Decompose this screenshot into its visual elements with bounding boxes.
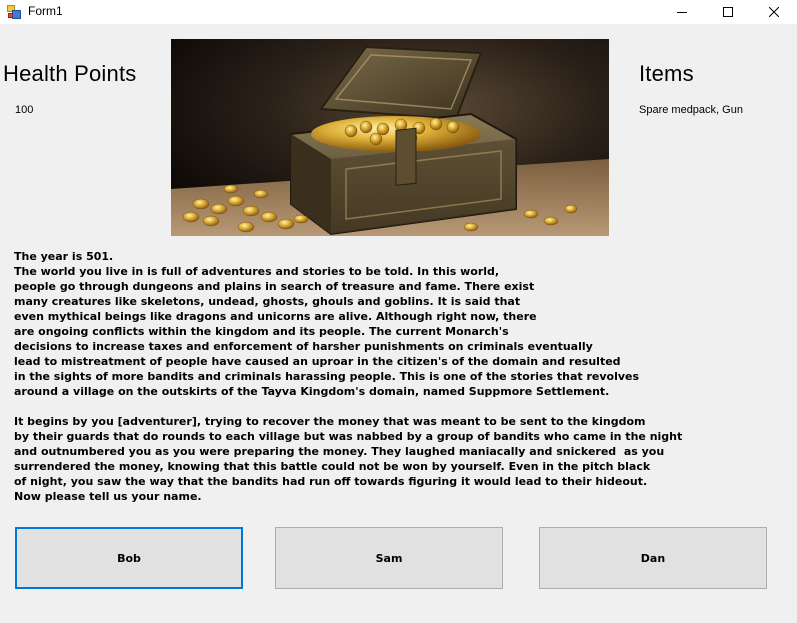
maximize-button[interactable] xyxy=(705,0,751,24)
health-points-heading: Health Points xyxy=(3,61,137,86)
minimize-icon xyxy=(677,12,687,13)
close-icon xyxy=(769,7,779,17)
maximize-icon xyxy=(723,7,733,17)
close-button[interactable] xyxy=(751,0,797,24)
items-value: Spare medpack, Gun xyxy=(639,104,743,116)
window-title: Form1 xyxy=(28,4,63,18)
app-icon[interactable] xyxy=(7,5,21,19)
treasure-chest-image xyxy=(171,39,609,236)
minimize-button[interactable] xyxy=(659,0,705,24)
choice-button-sam[interactable]: Sam xyxy=(275,527,503,589)
items-heading: Items xyxy=(639,61,694,86)
choice-button-bob[interactable]: Bob xyxy=(15,527,243,589)
health-points-value: 100 xyxy=(15,104,34,116)
story-text: The year is 501. The world you live in i… xyxy=(14,250,683,503)
title-bar[interactable]: Form1 xyxy=(0,0,797,24)
choice-button-dan[interactable]: Dan xyxy=(539,527,767,589)
